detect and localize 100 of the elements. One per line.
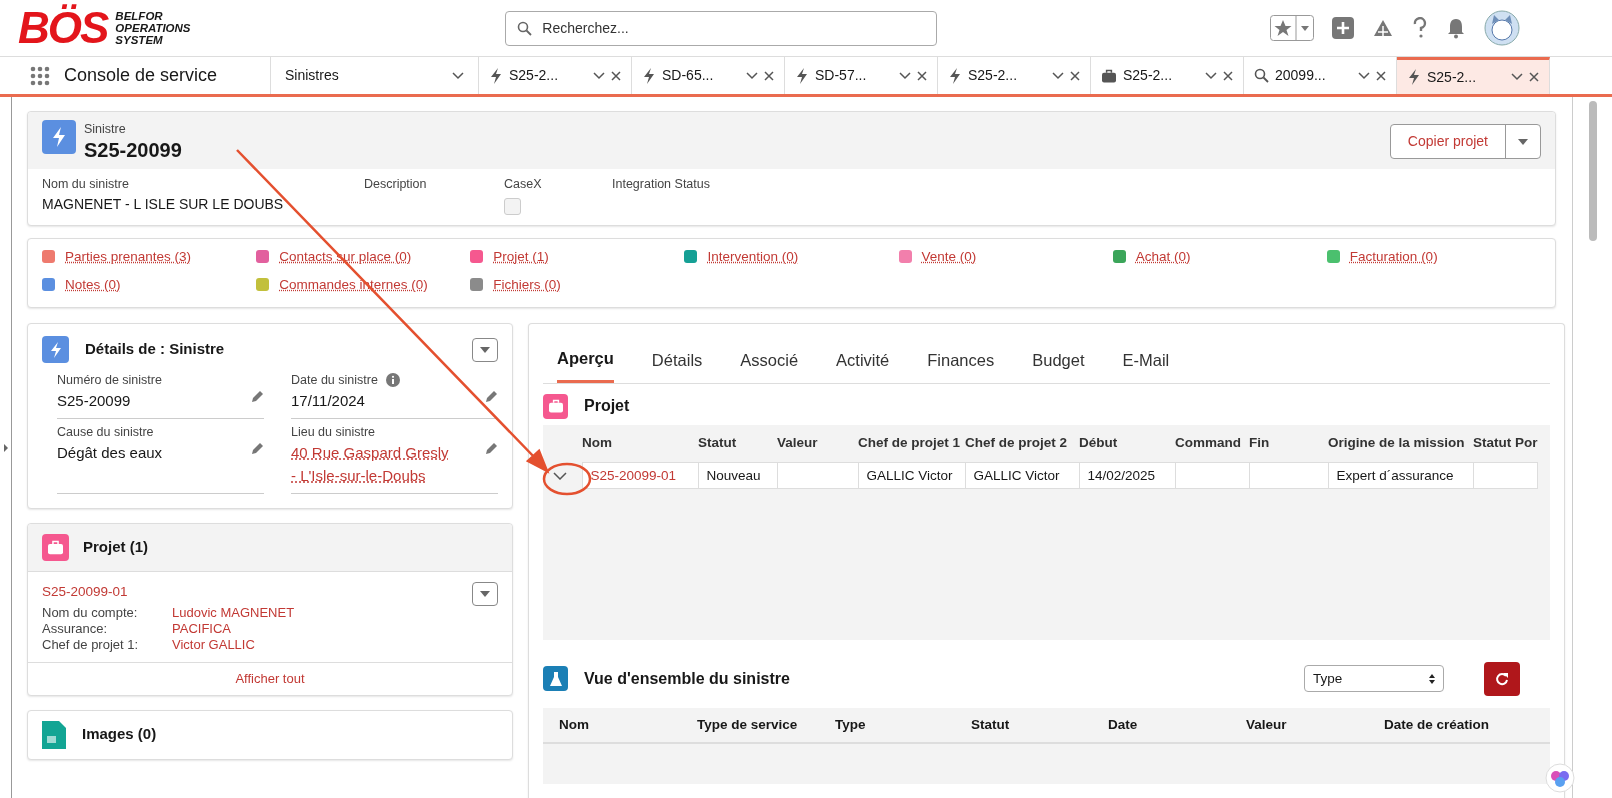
assistant-icon[interactable]	[1545, 763, 1575, 793]
workspace-tab[interactable]: S25-2...	[479, 57, 632, 94]
sort-arrows-icon	[1429, 673, 1435, 684]
close-icon[interactable]	[1070, 70, 1080, 81]
chevron-down-icon[interactable]	[1358, 71, 1370, 80]
field-label: CaseX	[504, 175, 543, 193]
logo: BÖS	[18, 6, 108, 50]
related-list-link[interactable]: Achat (0)	[1135, 248, 1191, 264]
pencil-icon[interactable]	[250, 442, 264, 456]
chevron-down-icon[interactable]	[1205, 71, 1217, 80]
column-header: Type de service	[697, 715, 799, 734]
tab[interactable]: Associé	[740, 324, 799, 383]
tab[interactable]: Aperçu	[557, 324, 614, 383]
type-select[interactable]: Type	[1304, 665, 1444, 693]
card-title: Détails de : Sinistre	[85, 339, 225, 360]
bolt-icon	[489, 67, 503, 84]
app-launcher-icon[interactable]	[30, 65, 50, 86]
chevron-down-icon[interactable]	[746, 71, 758, 80]
field-label: Description	[364, 175, 428, 193]
tab[interactable]: Finances	[927, 324, 995, 383]
field-label: Lieu du sinistre	[291, 424, 376, 442]
field-label: Nom du compte:	[42, 604, 139, 622]
briefcase-icon	[47, 539, 64, 556]
dropdown-button[interactable]	[472, 337, 498, 362]
field-value: 17/11/2024	[291, 390, 365, 411]
refresh-button[interactable]	[1484, 661, 1520, 696]
chevron-down-icon[interactable]	[452, 71, 464, 80]
related-list-link[interactable]: Parties prenantes (3)	[65, 248, 192, 264]
add-icon[interactable]	[1332, 17, 1354, 39]
table-cell: GALLIC Victor	[866, 467, 953, 483]
avatar-icon[interactable]	[1484, 10, 1520, 46]
tab[interactable]: Détails	[651, 324, 703, 383]
checkbox[interactable]	[504, 197, 521, 215]
field-label: Numéro de sinistre	[57, 372, 162, 389]
search-field[interactable]: Recherchez...	[505, 10, 938, 46]
info-icon[interactable]	[385, 373, 400, 388]
tab[interactable]: Activité	[836, 324, 890, 383]
column-header: Origine de la mission	[1328, 424, 1473, 463]
cloud-tree-icon[interactable]	[1372, 18, 1394, 38]
tab[interactable]: E-Mail	[1122, 324, 1170, 383]
close-icon[interactable]	[917, 70, 927, 81]
dropdown-button[interactable]	[472, 582, 498, 606]
pencil-icon[interactable]	[484, 442, 498, 456]
caret-down-icon	[480, 346, 490, 353]
column-header: Nom	[559, 715, 590, 734]
chevron-down-icon[interactable]	[899, 71, 911, 80]
table-cell: 14/02/2025	[1087, 467, 1156, 483]
address-link[interactable]: 40 Rue Gaspard Gresly - L'Isle-sur-le-Doubs	[291, 442, 451, 487]
related-list-link[interactable]: Facturation (0)	[1349, 248, 1438, 264]
workspace-tab[interactable]: S25-2...	[1397, 57, 1550, 94]
pencil-icon[interactable]	[250, 389, 264, 404]
workspace-tab[interactable]: SD-57...	[785, 57, 938, 94]
workspace-tab[interactable]: S25-2...	[938, 57, 1091, 94]
navigation-menu-label[interactable]: Sinistres	[285, 65, 339, 86]
close-icon[interactable]	[1223, 70, 1233, 81]
table-cell: GALLIC Victor	[973, 467, 1060, 483]
card-title: Projet (1)	[83, 537, 148, 558]
bolt-icon	[49, 341, 62, 358]
field-value: MAGNENET - L ISLE SUR LE DOUBS	[42, 194, 285, 214]
close-icon[interactable]	[611, 70, 621, 81]
view-all-link[interactable]: Afficher tout	[235, 671, 305, 686]
notification-bell-icon[interactable]	[1446, 17, 1466, 39]
expand-arrow-icon[interactable]	[3, 443, 8, 452]
related-list-link[interactable]: Notes (0)	[65, 276, 121, 292]
column-header: Valeur	[777, 424, 858, 463]
related-list-link[interactable]: Projet (1)	[493, 248, 549, 264]
column-header: Fin	[1249, 424, 1328, 463]
column-header: Valeur	[1246, 715, 1288, 734]
related-list-link[interactable]: Intervention (0)	[707, 248, 799, 264]
bolt-icon	[51, 127, 67, 147]
close-icon[interactable]	[764, 70, 774, 81]
section-title: Projet	[584, 396, 630, 417]
briefcase-icon	[547, 398, 564, 415]
field-link[interactable]: Victor GALLIC	[172, 636, 255, 654]
chevron-down-icon[interactable]	[1052, 71, 1064, 80]
field-link[interactable]: PACIFICA	[172, 620, 231, 638]
chevron-down-icon[interactable]	[1511, 73, 1523, 81]
favorites-icon[interactable]	[1270, 15, 1314, 41]
close-icon[interactable]	[1529, 72, 1539, 82]
record-link[interactable]: S25-20099-01	[42, 582, 128, 606]
workspace-tab[interactable]: S25-2...	[1091, 57, 1244, 94]
column-header: Chef de projet 1	[858, 424, 965, 463]
workspace-tab[interactable]: SD-65...	[632, 57, 785, 94]
column-header: Type	[835, 715, 867, 734]
column-header: Nom	[582, 424, 698, 463]
pencil-icon[interactable]	[484, 389, 498, 404]
field-label: Cause du sinistre	[57, 424, 154, 442]
caret-down-icon	[1518, 139, 1528, 146]
column-header: Statut	[971, 715, 1011, 734]
help-icon[interactable]	[1412, 17, 1428, 39]
field-label: Nom du sinistre	[42, 175, 130, 193]
bolt-icon	[795, 67, 809, 84]
tab[interactable]: Budget	[1032, 324, 1085, 383]
close-icon[interactable]	[1376, 70, 1386, 81]
chevron-down-icon[interactable]	[593, 71, 605, 80]
app-name: Console de service	[64, 64, 218, 87]
bolt-icon	[642, 67, 656, 84]
field-link[interactable]: Ludovic MAGNENET	[172, 604, 295, 622]
related-list-link[interactable]: Vente (0)	[921, 248, 977, 264]
related-list-link[interactable]: Fichiers (0)	[493, 276, 561, 292]
